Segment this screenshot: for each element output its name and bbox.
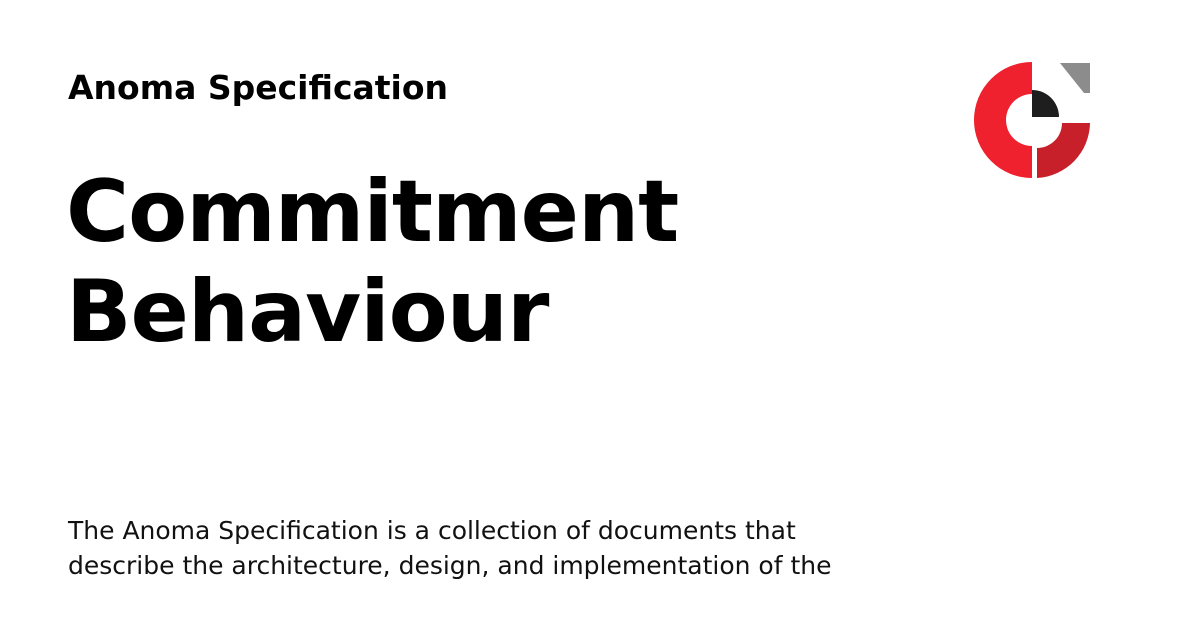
page-description: The Anoma Specification is a collection …	[68, 513, 888, 583]
page-description-line-1: The Anoma Specification is a collection …	[68, 516, 796, 545]
anoma-logo-icon	[974, 62, 1090, 178]
page-title-line-1: Commitment	[66, 162, 679, 262]
page-title: Commitment Behaviour	[66, 162, 886, 362]
page-title-line-2: Behaviour	[66, 262, 549, 362]
page-description-line-2: describe the architecture, design, and i…	[68, 551, 832, 580]
logo-right-ring	[1037, 123, 1090, 178]
logo-dark-quarter	[1032, 90, 1059, 117]
logo-left-ring	[974, 62, 1032, 178]
site-name: Anoma Specification	[68, 68, 449, 107]
